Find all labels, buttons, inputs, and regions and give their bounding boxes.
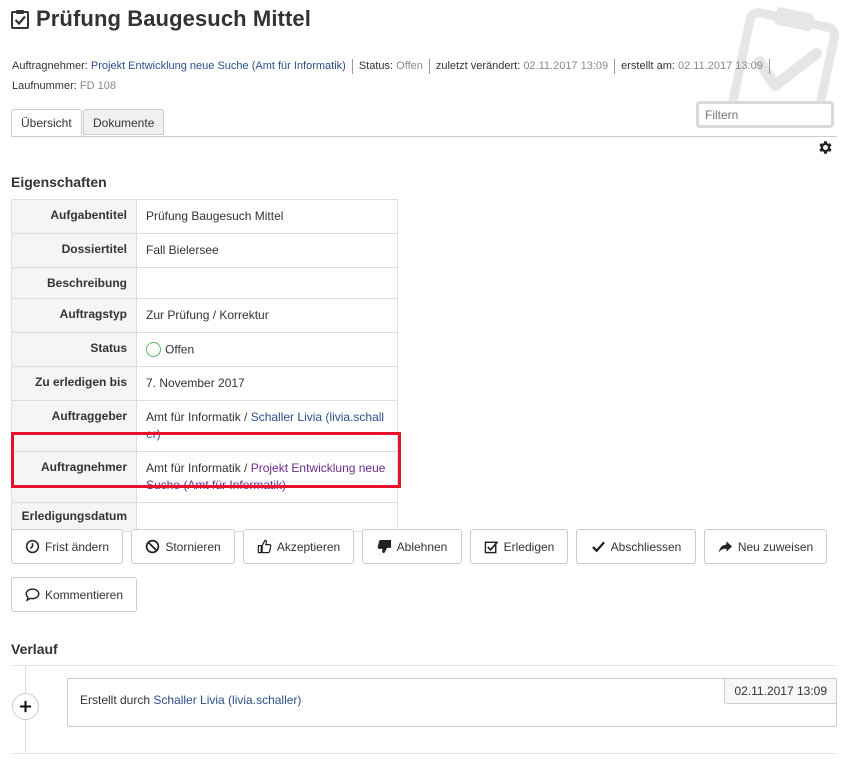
frist-aendern-label: Frist ändern (44, 539, 110, 554)
akzeptieren-button[interactable]: Akzeptieren (243, 529, 354, 564)
plus-icon (19, 700, 32, 713)
table-row: Aufgabentitel Prüfung Baugesuch Mittel (11, 199, 398, 234)
history-heading: Verlauf (11, 641, 58, 657)
thumbs-down-icon (377, 539, 391, 554)
meta-laufnummer-label: Laufnummer: (12, 80, 77, 92)
property-value: Offen (136, 331, 398, 368)
property-value: Prüfung Baugesuch Mittel (136, 199, 398, 234)
meta-status-label: Status: (358, 60, 394, 72)
gear-icon[interactable] (817, 139, 834, 156)
neu-zuweisen-label: Neu zuweisen (737, 539, 814, 554)
tab-dokumente[interactable]: Dokumente (83, 109, 165, 135)
meta-auftragnehmer-label: Auftragnehmer: (12, 60, 88, 72)
auftraggeber-link[interactable]: Schaller Livia (livia.schall (251, 410, 384, 424)
ban-icon (146, 539, 160, 554)
akzeptieren-label: Akzeptieren (276, 539, 341, 554)
frist-aendern-button[interactable]: Frist ändern (11, 529, 123, 564)
erledigen-button[interactable]: Erledigen (470, 529, 568, 564)
property-key: Beschreibung (11, 267, 137, 299)
abschliessen-button[interactable]: Abschliessen (576, 529, 696, 564)
history-entry-user-link[interactable]: Schaller Livia (livia.schaller) (153, 693, 301, 707)
task-checkbox-icon (11, 10, 29, 29)
table-row: Zu erledigen bis 7. November 2017 (11, 366, 398, 402)
table-row: Beschreibung (11, 267, 398, 299)
history-entry-text: Erstellt durch Schaller Livia (livia.sch… (80, 693, 301, 707)
share-arrow-icon (718, 541, 732, 553)
filter-input[interactable] (696, 101, 834, 128)
property-key: Status (11, 331, 137, 368)
meta-created-value: 02.11.2017 13:09 (678, 60, 763, 72)
page-header: Prüfung Baugesuch Mittel (10, 6, 311, 32)
tab-uebersicht[interactable]: Übersicht (11, 109, 82, 136)
stornieren-button[interactable]: Stornieren (131, 529, 235, 564)
property-value: Fall Bielersee (136, 233, 398, 268)
property-key: Auftragstyp (11, 298, 137, 333)
thumbs-up-icon (257, 539, 272, 554)
kommentieren-button[interactable]: Kommentieren (11, 577, 137, 612)
history-entry-date: 02.11.2017 13:09 (724, 679, 836, 704)
table-row: Status Offen (11, 331, 398, 368)
history-entry-prefix: Erstellt durch (80, 693, 154, 707)
meta-created-label: erstellt am: (621, 60, 675, 72)
property-value: Zur Prüfung / Korrektur (136, 298, 398, 333)
history-entry: Erstellt durch Schaller Livia (livia.sch… (67, 678, 837, 727)
erledigen-label: Erledigen (503, 539, 555, 554)
ablehnen-label: Ablehnen (396, 539, 448, 554)
table-row: Erledigungsdatum (11, 502, 398, 533)
property-key: Erledigungsdatum (11, 502, 137, 533)
clock-icon (25, 539, 40, 554)
properties-heading: Eigenschaften (11, 174, 107, 190)
meta-modified-value: 02.11.2017 13:09 (523, 60, 609, 72)
meta-laufnummer-value: FD 108 (79, 80, 116, 92)
highlight-box (11, 432, 401, 488)
auftraggeber-org: Amt für Informatik / (146, 410, 251, 425)
property-key: Aufgabentitel (11, 199, 137, 234)
meta-modified-label: zuletzt verändert: (435, 60, 521, 72)
ablehnen-button[interactable]: Ablehnen (362, 529, 462, 564)
stornieren-label: Stornieren (165, 539, 221, 554)
kommentieren-label: Kommentieren (44, 587, 124, 602)
property-key: Zu erledigen bis (11, 366, 137, 402)
page-title: Prüfung Baugesuch Mittel (36, 6, 311, 31)
abschliessen-label: Abschliessen (610, 539, 682, 554)
neu-zuweisen-button[interactable]: Neu zuweisen (704, 529, 827, 564)
property-key: Dossiertitel (11, 233, 137, 268)
comment-icon (25, 588, 40, 602)
divider (768, 58, 770, 74)
status-value: Offen (165, 342, 195, 357)
property-value: 7. November 2017 (136, 366, 398, 402)
meta-auftragnehmer-link[interactable]: Projekt Entwicklung neue Suche (Amt für … (91, 57, 346, 75)
checkmark-icon (591, 541, 605, 553)
checkbox-icon (484, 541, 498, 554)
add-entry-button[interactable] (12, 693, 39, 720)
table-row: Auftragstyp Zur Prüfung / Korrektur (11, 298, 398, 333)
divider (428, 58, 430, 74)
property-value (136, 267, 398, 299)
meta-status-value: Offen (396, 60, 423, 72)
property-value (136, 502, 398, 533)
task-metadata: Auftragnehmer: Projekt Entwicklung neue … (12, 57, 776, 95)
status-open-icon (146, 342, 161, 358)
divider (351, 58, 353, 74)
table-row: Dossiertitel Fall Bielersee (11, 233, 398, 268)
divider (614, 58, 616, 74)
